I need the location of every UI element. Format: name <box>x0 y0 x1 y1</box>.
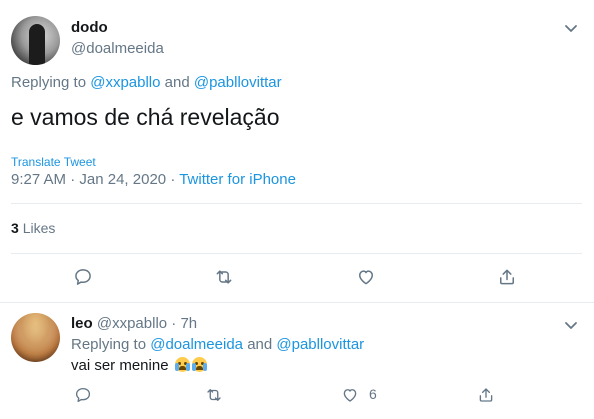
divider <box>11 253 582 254</box>
tweet-source-link[interactable]: Twitter for iPhone <box>179 171 296 188</box>
translate-tweet-link[interactable]: Translate Tweet <box>11 155 96 169</box>
chevron-down-icon[interactable] <box>563 317 579 333</box>
loudly-crying-face-icon <box>191 357 207 372</box>
mention-link[interactable]: @doalmeeida <box>150 336 243 353</box>
likes-count[interactable]: 3 Likes <box>11 220 55 236</box>
main-tweet: dodo @doalmeeida Replying to @xxpabllo a… <box>0 0 594 303</box>
retweet-icon[interactable] <box>203 384 225 406</box>
tweet-text-row: vai ser menine <box>71 357 207 374</box>
replying-to: Replying to @doalmeeida and @pabllovitta… <box>71 336 364 353</box>
heart-icon[interactable] <box>339 384 361 406</box>
mention-link[interactable]: @pabllovittar <box>276 336 364 353</box>
mention-link[interactable]: @xxpabllo <box>90 74 160 91</box>
like-count: 6 <box>369 386 377 402</box>
replying-and: and <box>247 336 273 353</box>
replying-to: Replying to @xxpabllo and @pabllovittar <box>11 74 282 91</box>
tweet-text: e vamos de chá revelação <box>11 104 280 130</box>
likes-number: 3 <box>11 220 19 236</box>
tweet-date[interactable]: Jan 24, 2020 <box>79 171 166 188</box>
replying-and: and <box>164 74 190 91</box>
tweet-text: vai ser menine <box>71 357 169 374</box>
share-icon[interactable] <box>496 266 518 288</box>
replying-prefix: Replying to <box>11 74 87 91</box>
reply-icon[interactable] <box>72 384 94 406</box>
chevron-down-icon[interactable] <box>563 20 579 36</box>
avatar[interactable] <box>11 16 60 65</box>
display-name[interactable]: dodo <box>71 19 108 36</box>
tweet-time[interactable]: 9:27 AM <box>11 171 66 188</box>
reply-icon[interactable] <box>72 266 94 288</box>
separator: · <box>171 315 177 332</box>
user-handle[interactable]: @xxpabllo <box>97 315 167 332</box>
tweet-timestamp: 9:27 AM · Jan 24, 2020 · Twitter for iPh… <box>11 171 296 188</box>
replying-prefix: Replying to <box>71 336 147 353</box>
display-name[interactable]: leo <box>71 315 93 332</box>
reply-header: leo @xxpabllo · 7h <box>71 315 197 332</box>
user-handle[interactable]: @doalmeeida <box>71 40 164 57</box>
loudly-crying-face-icon <box>174 357 190 372</box>
divider <box>11 203 582 204</box>
separator: · <box>170 171 176 188</box>
retweet-icon[interactable] <box>213 266 235 288</box>
share-icon[interactable] <box>475 384 497 406</box>
separator: · <box>70 171 76 188</box>
tweet-time[interactable]: 7h <box>180 315 197 332</box>
likes-label: Likes <box>22 220 56 236</box>
heart-icon[interactable] <box>355 266 377 288</box>
avatar[interactable] <box>11 313 60 362</box>
mention-link[interactable]: @pabllovittar <box>194 74 282 91</box>
